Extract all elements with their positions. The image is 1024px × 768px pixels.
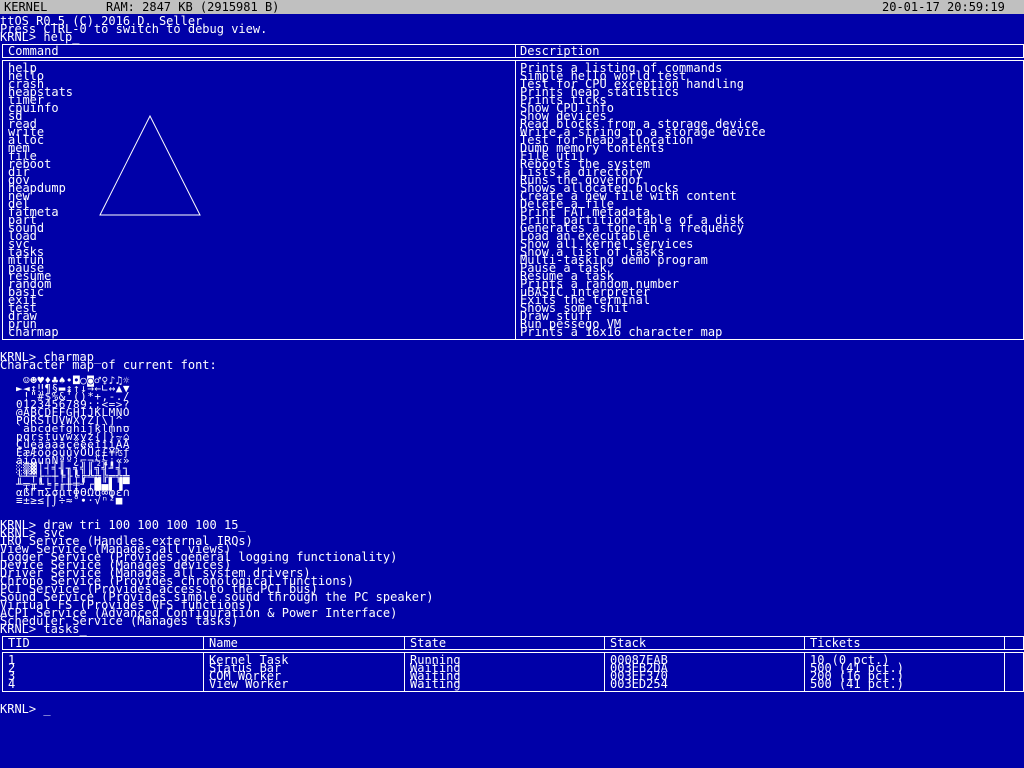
command-prompt[interactable]: KRNL> _ — [0, 703, 51, 715]
tasks-header-name: Name — [209, 636, 238, 650]
tasks-header-filler — [1004, 636, 1024, 650]
tasks-header-stack: Stack — [610, 636, 647, 650]
tasks-cell-state: Waiting — [410, 677, 461, 691]
tasks-cell-name: View Worker — [209, 677, 289, 691]
tasks-cell-stack: 003ED254 — [610, 677, 668, 691]
tasks-cell-tid: 4 — [8, 677, 16, 691]
tasks-header-state: State — [410, 636, 447, 650]
tasks-header-box — [2, 636, 204, 650]
tasks-body-filler — [1004, 652, 1024, 692]
tasks-header-tid: TID — [8, 636, 30, 650]
tasks-cell-tickets: 500 (41 pct.) — [810, 677, 904, 691]
charmap-row: ≡±≥≤⌠⌡÷≈°∙·√ⁿ²■ — [16, 494, 130, 507]
prompt-tasks: KRNL> tasks_ — [0, 622, 87, 636]
charmap-caption: Character map of current font: — [0, 358, 217, 372]
tasks-header-tickets: Tickets — [810, 636, 861, 650]
tasks-body-box — [2, 652, 204, 692]
drawn-triangle — [99, 114, 201, 216]
